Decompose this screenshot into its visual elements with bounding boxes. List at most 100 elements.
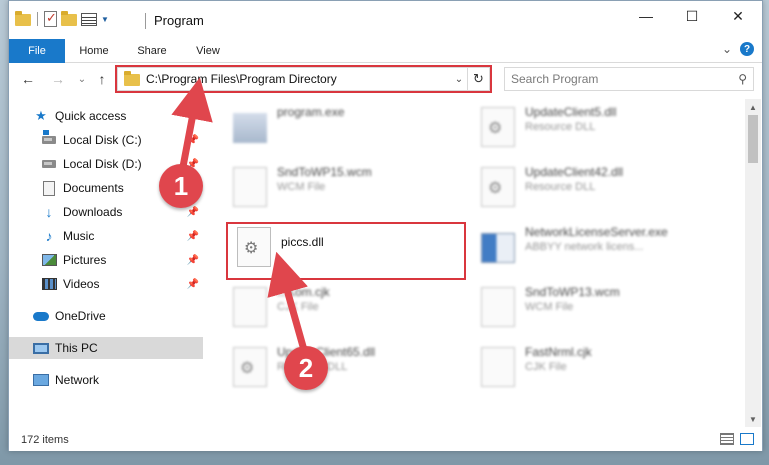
pin-icon[interactable]: 📌	[187, 207, 199, 218]
file-name: UpdateClient42.dll	[525, 165, 624, 179]
computer-icon	[33, 342, 49, 354]
exe-icon	[233, 113, 267, 143]
sidebar-item-label: Downloads	[63, 205, 123, 219]
properties-check-icon[interactable]	[44, 10, 57, 27]
file-name: FastNrml.cjk	[525, 345, 592, 359]
sidebar-item-pictures[interactable]: Pictures 📌	[9, 249, 203, 271]
window-title: Program	[154, 13, 204, 28]
file-name: SndToWP13.wcm	[525, 285, 620, 299]
search-icon[interactable]: ⚲	[738, 72, 747, 86]
tab-share[interactable]: Share	[125, 39, 179, 63]
search-input[interactable]	[511, 72, 711, 86]
status-bar: 172 items	[9, 429, 762, 451]
ribbon-controls: ⌄ ?	[722, 42, 754, 56]
file-item-networklicenseserver[interactable]: NetworkLicenseServer.exe ABBYY network li…	[481, 223, 721, 277]
file-type: Resource DLL	[525, 181, 596, 193]
up-button[interactable]: ↑	[93, 69, 111, 89]
file-name: NetworkLicenseServer.exe	[525, 225, 668, 239]
network-icon	[33, 374, 49, 386]
customize-toolbar-dropdown-icon[interactable]: ▼	[101, 15, 109, 24]
pin-icon[interactable]: 📌	[187, 231, 199, 242]
ribbon-tabs: File Home Share View ⌄ ?	[9, 39, 762, 63]
navigation-bar: ← → ⌄ ↑ C:\Program Files\Program Directo…	[9, 63, 762, 95]
blank-file-icon	[233, 287, 267, 327]
download-icon: ↓	[45, 204, 53, 220]
recent-locations-button[interactable]: ⌄	[73, 69, 91, 89]
cloud-icon	[33, 311, 49, 321]
file-name: ...Kom.cjk	[277, 285, 330, 299]
scroll-thumb[interactable]	[748, 115, 758, 163]
callout-step-2: 2	[284, 346, 328, 390]
document-icon	[43, 180, 55, 196]
sidebar-item-videos[interactable]: Videos 📌	[9, 273, 203, 295]
properties-icon[interactable]	[81, 12, 97, 26]
file-item-updateclient5[interactable]: UpdateClient5.dll Resource DLL	[481, 103, 721, 157]
address-bar[interactable]: C:\Program Files\Program Directory ⌄ ↻	[117, 67, 490, 91]
file-item-program-exe[interactable]: program.exe	[233, 103, 473, 157]
details-view-icon[interactable]	[720, 433, 734, 445]
title-divider	[145, 13, 146, 29]
new-folder-icon[interactable]	[61, 11, 77, 26]
sidebar-item-label: Videos	[63, 277, 100, 291]
sidebar-item-label: Local Disk (C:)	[63, 133, 142, 147]
file-type: Resource DLL	[525, 121, 596, 133]
minimize-button[interactable]: —	[623, 1, 669, 31]
file-item-kom-cjk[interactable]: ...Kom.cjk CJK File	[233, 283, 473, 337]
sidebar-item-quick-access[interactable]: ★ Quick access	[9, 105, 203, 127]
file-item-sndtowp13[interactable]: SndToWP13.wcm WCM File	[481, 283, 721, 337]
pin-icon[interactable]: 📌	[187, 135, 199, 146]
folder-icon	[15, 11, 31, 26]
disk-icon	[42, 160, 56, 168]
network-exe-icon	[481, 233, 515, 263]
file-type: ABBYY network licens...	[525, 241, 644, 253]
large-icons-view-icon[interactable]	[740, 433, 754, 445]
sidebar-item-this-pc[interactable]: This PC	[9, 337, 203, 359]
scroll-up-icon[interactable]: ▲	[745, 99, 761, 115]
refresh-icon[interactable]: ↻	[467, 68, 489, 90]
pin-icon[interactable]: 📌	[187, 255, 199, 266]
file-item-updateclient65[interactable]: UpdateClient65.dllResource DLL	[233, 343, 473, 397]
file-type: CJK File	[525, 361, 567, 373]
file-item-fastnrml-cjk[interactable]: FastNrml.cjk CJK File	[481, 343, 721, 397]
item-count: 172 items	[21, 434, 69, 446]
search-box[interactable]: ⚲	[504, 67, 754, 91]
close-button[interactable]: ✕	[715, 1, 761, 31]
sidebar-item-network[interactable]: Network	[9, 369, 203, 391]
sidebar-item-music[interactable]: ♪ Music 📌	[9, 225, 203, 247]
gear-file-icon	[233, 347, 267, 387]
navigation-pane: ★ Quick access Local Disk (C:) 📌 Local D…	[9, 99, 205, 429]
ribbon-collapse-icon[interactable]: ⌄	[722, 42, 732, 56]
blank-file-icon	[481, 347, 515, 387]
blank-file-icon	[233, 167, 267, 207]
file-item-updateclient42[interactable]: UpdateClient42.dll Resource DLL	[481, 163, 721, 217]
sidebar-item-label: Local Disk (D:)	[63, 157, 142, 171]
callout-step-1: 1	[159, 164, 203, 208]
tab-home[interactable]: Home	[69, 39, 119, 63]
sidebar-item-label: OneDrive	[55, 309, 106, 323]
file-name: program.exe	[277, 105, 345, 119]
address-path[interactable]: C:\Program Files\Program Directory	[146, 72, 451, 86]
maximize-button[interactable]: ☐	[669, 1, 715, 31]
view-switcher	[720, 433, 754, 445]
gear-file-icon	[481, 167, 515, 207]
gear-file-icon	[481, 107, 515, 147]
sidebar-item-onedrive[interactable]: OneDrive	[9, 305, 203, 327]
tab-view[interactable]: View	[185, 39, 231, 63]
star-icon: ★	[35, 108, 47, 123]
music-icon: ♪	[45, 228, 53, 244]
file-name: UpdateClient5.dll	[525, 105, 617, 119]
folder-icon	[124, 71, 140, 86]
forward-button[interactable]: →	[49, 69, 67, 89]
sidebar-item-local-disk-c[interactable]: Local Disk (C:) 📌	[9, 129, 203, 151]
scroll-down-icon[interactable]: ▼	[745, 411, 761, 427]
tab-file[interactable]: File	[9, 39, 65, 63]
back-button[interactable]: ←	[19, 69, 37, 89]
vertical-scrollbar[interactable]: ▲ ▼	[745, 99, 761, 427]
sidebar-item-label: Quick access	[55, 109, 127, 123]
file-type: WCM File	[525, 301, 574, 313]
sidebar-item-label: This PC	[55, 341, 98, 355]
pin-icon[interactable]: 📌	[187, 279, 199, 290]
help-icon[interactable]: ?	[740, 42, 754, 56]
file-item-sndtowp15[interactable]: SndToWP15.wcm WCM File	[233, 163, 473, 217]
address-dropdown-icon[interactable]: ⌄	[451, 74, 467, 85]
